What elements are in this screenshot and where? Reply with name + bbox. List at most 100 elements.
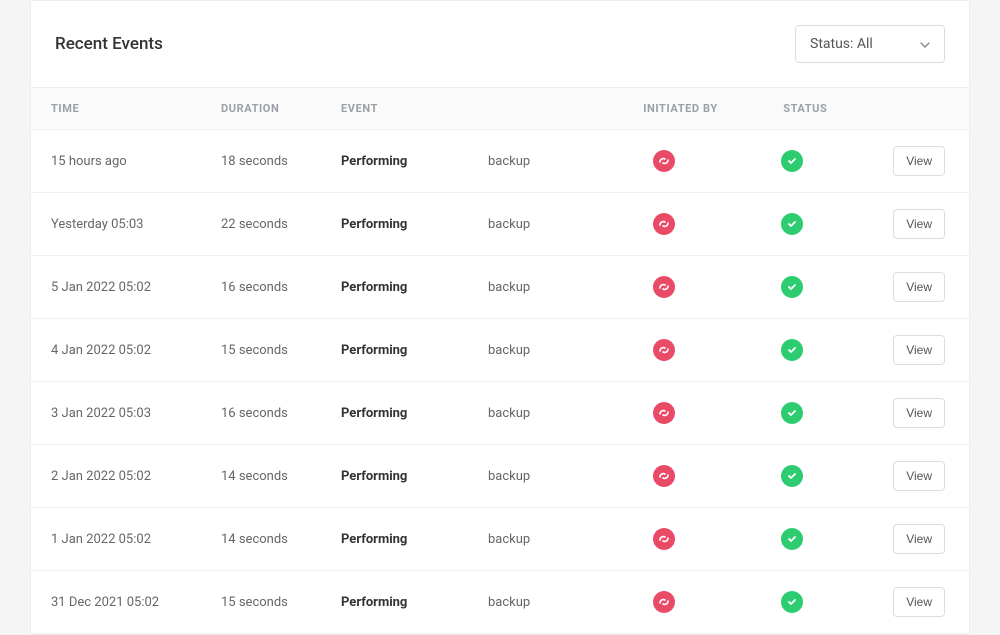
status-ok-icon	[781, 213, 803, 235]
cell-event: Performing backup	[321, 193, 623, 256]
col-header-time: TIME	[31, 88, 201, 130]
duration-text: 15 seconds	[221, 343, 288, 358]
time-text: 3 Jan 2022 05:03	[51, 406, 151, 421]
time-text: 4 Jan 2022 05:02	[51, 343, 151, 358]
cell-initiated-by	[623, 445, 763, 508]
cell-action: View	[873, 445, 969, 508]
event-suffix: backup	[488, 595, 530, 610]
status-ok-icon	[781, 528, 803, 550]
event-suffix: backup	[488, 154, 530, 169]
recent-events-card: Recent Events Status: All TIME DURATION …	[30, 0, 970, 635]
cell-initiated-by	[623, 256, 763, 319]
table-row: Yesterday 05:03 22 seconds Performing ba…	[31, 193, 969, 256]
event-prefix: Performing	[341, 595, 407, 610]
table-row: 4 Jan 2022 05:02 15 seconds Performing b…	[31, 319, 969, 382]
cell-event: Performing backup	[321, 130, 623, 193]
cell-time: 4 Jan 2022 05:02	[31, 319, 201, 382]
cell-status	[763, 193, 873, 256]
view-button[interactable]: View	[893, 146, 945, 176]
event-suffix: backup	[488, 469, 530, 484]
table-row: 3 Jan 2022 05:03 16 seconds Performing b…	[31, 382, 969, 445]
cell-time: 31 Dec 2021 05:02	[31, 571, 201, 634]
status-ok-icon	[781, 591, 803, 613]
col-header-action	[873, 88, 969, 130]
cell-action: View	[873, 382, 969, 445]
initiator-icon	[653, 465, 675, 487]
view-button[interactable]: View	[893, 398, 945, 428]
cell-event: Performing backup	[321, 319, 623, 382]
event-prefix: Performing	[341, 532, 407, 547]
status-ok-icon	[781, 402, 803, 424]
chevron-down-icon	[920, 36, 930, 52]
view-button[interactable]: View	[893, 461, 945, 491]
cell-event: Performing backup	[321, 571, 623, 634]
cell-status	[763, 571, 873, 634]
cell-time: 1 Jan 2022 05:02	[31, 508, 201, 571]
event-prefix: Performing	[341, 280, 407, 295]
duration-text: 14 seconds	[221, 469, 288, 484]
cell-time: 2 Jan 2022 05:02	[31, 445, 201, 508]
cell-status	[763, 256, 873, 319]
cell-duration: 16 seconds	[201, 382, 321, 445]
view-button[interactable]: View	[893, 209, 945, 239]
view-button[interactable]: View	[893, 335, 945, 365]
cell-time: 15 hours ago	[31, 130, 201, 193]
time-text: 5 Jan 2022 05:02	[51, 280, 151, 295]
event-suffix: backup	[488, 217, 530, 232]
status-filter-label: Status: All	[810, 36, 873, 52]
cell-initiated-by	[623, 193, 763, 256]
col-header-initiated-by: INITIATED BY	[623, 88, 763, 130]
cell-time: 3 Jan 2022 05:03	[31, 382, 201, 445]
cell-event: Performing backup	[321, 445, 623, 508]
event-prefix: Performing	[341, 217, 407, 232]
cell-action: View	[873, 319, 969, 382]
table-row: 2 Jan 2022 05:02 14 seconds Performing b…	[31, 445, 969, 508]
time-text: 1 Jan 2022 05:02	[51, 532, 151, 547]
cell-action: View	[873, 193, 969, 256]
time-text: 31 Dec 2021 05:02	[51, 595, 159, 610]
duration-text: 22 seconds	[221, 217, 288, 232]
cell-event: Performing backup	[321, 256, 623, 319]
cell-initiated-by	[623, 508, 763, 571]
cell-initiated-by	[623, 571, 763, 634]
cell-initiated-by	[623, 382, 763, 445]
initiator-icon	[653, 528, 675, 550]
time-text: Yesterday 05:03	[51, 217, 144, 232]
cell-status	[763, 319, 873, 382]
time-text: 2 Jan 2022 05:02	[51, 469, 151, 484]
status-filter-select[interactable]: Status: All	[795, 25, 945, 63]
event-prefix: Performing	[341, 343, 407, 358]
cell-action: View	[873, 508, 969, 571]
cell-duration: 14 seconds	[201, 445, 321, 508]
cell-event: Performing backup	[321, 382, 623, 445]
col-header-duration: DURATION	[201, 88, 321, 130]
duration-text: 16 seconds	[221, 280, 288, 295]
duration-text: 16 seconds	[221, 406, 288, 421]
event-suffix: backup	[488, 280, 530, 295]
status-ok-icon	[781, 276, 803, 298]
view-button[interactable]: View	[893, 587, 945, 617]
view-button[interactable]: View	[893, 272, 945, 302]
table-row: 1 Jan 2022 05:02 14 seconds Performing b…	[31, 508, 969, 571]
event-prefix: Performing	[341, 154, 407, 169]
duration-text: 15 seconds	[221, 595, 288, 610]
initiator-icon	[653, 213, 675, 235]
view-button[interactable]: View	[893, 524, 945, 554]
event-prefix: Performing	[341, 469, 407, 484]
cell-status	[763, 508, 873, 571]
status-ok-icon	[781, 150, 803, 172]
event-suffix: backup	[488, 343, 530, 358]
initiator-icon	[653, 591, 675, 613]
event-prefix: Performing	[341, 406, 407, 421]
cell-initiated-by	[623, 319, 763, 382]
duration-text: 14 seconds	[221, 532, 288, 547]
cell-time: Yesterday 05:03	[31, 193, 201, 256]
cell-duration: 16 seconds	[201, 256, 321, 319]
duration-text: 18 seconds	[221, 154, 288, 169]
cell-status	[763, 130, 873, 193]
event-suffix: backup	[488, 406, 530, 421]
initiator-icon	[653, 150, 675, 172]
initiator-icon	[653, 276, 675, 298]
table-row: 15 hours ago 18 seconds Performing backu…	[31, 130, 969, 193]
cell-duration: 15 seconds	[201, 319, 321, 382]
